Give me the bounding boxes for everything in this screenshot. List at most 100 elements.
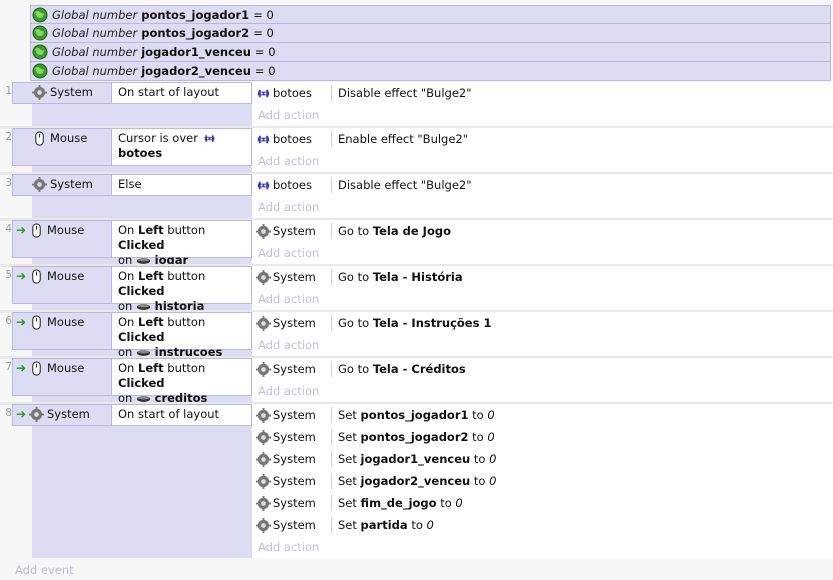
action-text: Enable effect "Bulge2" bbox=[338, 132, 469, 146]
gear-icon bbox=[32, 85, 47, 100]
invader-icon bbox=[204, 135, 214, 142]
gear-icon bbox=[256, 473, 271, 489]
condition-row[interactable]: ➔ Mouse On Left button Clicked on histor… bbox=[12, 266, 252, 313]
action-row[interactable]: System Go to Tela - História bbox=[252, 266, 833, 288]
event-number: 5 bbox=[5, 269, 12, 281]
condition-row[interactable]: System Else bbox=[12, 174, 252, 196]
action-object: System bbox=[273, 430, 316, 444]
event-number: 8 bbox=[5, 407, 12, 419]
action-text: Disable effect "Bulge2" bbox=[338, 86, 472, 100]
event-block[interactable]: 5 ➔ Mouse On Left button Clicked on hist… bbox=[0, 266, 833, 313]
gear-icon bbox=[256, 361, 271, 377]
global-var-row[interactable]: Global number jogador2_venceu = 0 bbox=[30, 62, 831, 81]
condition-object: System bbox=[50, 85, 93, 99]
condition-row[interactable]: ➔ Mouse On Left button Clicked on jogar bbox=[12, 220, 252, 267]
action-object: botoes bbox=[273, 178, 312, 192]
mouse-icon bbox=[32, 361, 41, 376]
var-keyword: Global number bbox=[52, 26, 138, 40]
action-row[interactable]: System Set fim_de_jogo to 0 bbox=[252, 492, 833, 514]
action-object: System bbox=[273, 270, 316, 284]
action-row[interactable]: botoes Enable effect "Bulge2" bbox=[252, 128, 833, 150]
globe-icon bbox=[32, 7, 48, 22]
add-action-link[interactable]: Add action bbox=[252, 104, 833, 126]
invader-icon bbox=[257, 135, 270, 143]
action-text: Go to Tela - História bbox=[338, 270, 463, 284]
add-action-link[interactable]: Add action bbox=[252, 334, 833, 356]
action-row[interactable]: System Go to Tela - Créditos bbox=[252, 358, 833, 380]
var-name: jogador2_venceu bbox=[141, 64, 251, 78]
event-block[interactable]: 8 ➔ System On start of layout System Set… bbox=[0, 404, 833, 558]
condition-object: Mouse bbox=[47, 361, 85, 375]
gear-icon bbox=[256, 407, 271, 423]
global-var-row[interactable]: Global number pontos_jogador1 = 0 bbox=[30, 5, 831, 24]
gear-icon bbox=[256, 315, 271, 331]
mouse-icon bbox=[32, 269, 41, 284]
condition-text: On start of layout bbox=[112, 83, 251, 103]
gear-icon bbox=[256, 223, 271, 239]
var-name: jogador1_venceu bbox=[141, 45, 251, 59]
event-block[interactable]: 1 System On start of layout botoes Disab… bbox=[0, 82, 833, 126]
event-number: 2 bbox=[5, 131, 12, 143]
event-block[interactable]: 6 ➔ Mouse On Left button Clicked on inst… bbox=[0, 312, 833, 359]
action-object: System bbox=[273, 518, 316, 532]
condition-text: On Left button Clicked on jogar bbox=[112, 221, 251, 267]
action-row[interactable]: System Set pontos_jogador1 to 0 bbox=[252, 404, 833, 426]
var-value: = 0 bbox=[253, 7, 274, 22]
var-keyword: Global number bbox=[52, 45, 138, 59]
condition-row[interactable]: ➔ Mouse On Left button Clicked on credit… bbox=[12, 358, 252, 405]
var-name: pontos_jogador1 bbox=[141, 7, 250, 22]
action-row[interactable]: System Set pontos_jogador2 to 0 bbox=[252, 426, 833, 448]
action-object: System bbox=[273, 408, 316, 422]
action-text: Set jogador2_venceu to 0 bbox=[338, 474, 497, 488]
condition-text: On start of layout bbox=[112, 405, 251, 425]
action-object: botoes bbox=[273, 132, 312, 146]
add-event-link[interactable]: Add event bbox=[15, 563, 74, 577]
action-object: System bbox=[273, 496, 316, 510]
condition-object: Mouse bbox=[47, 315, 85, 329]
action-row[interactable]: System Set partida to 0 bbox=[252, 514, 833, 536]
condition-row[interactable]: Mouse Cursor is over botoes bbox=[12, 128, 252, 166]
gear-icon bbox=[256, 429, 271, 445]
event-block[interactable]: 7 ➔ Mouse On Left button Clicked on cred… bbox=[0, 358, 833, 405]
condition-object: System bbox=[50, 177, 93, 191]
event-number: 6 bbox=[5, 315, 12, 327]
condition-row[interactable]: ➔ System On start of layout bbox=[12, 404, 252, 426]
condition-object: Mouse bbox=[47, 269, 85, 283]
var-value: = 0 bbox=[254, 64, 276, 78]
condition-row[interactable]: System On start of layout bbox=[12, 82, 252, 104]
action-text: Set fim_de_jogo to 0 bbox=[338, 496, 463, 510]
action-row[interactable]: botoes Disable effect "Bulge2" bbox=[252, 174, 833, 196]
condition-text: On Left button Clicked on historia bbox=[112, 267, 251, 313]
mouse-icon bbox=[32, 223, 41, 238]
gear-icon bbox=[32, 177, 47, 192]
add-action-link[interactable]: Add action bbox=[252, 380, 833, 402]
action-row[interactable]: botoes Disable effect "Bulge2" bbox=[252, 82, 833, 104]
event-block[interactable]: 4 ➔ Mouse On Left button Clicked on joga… bbox=[0, 220, 833, 267]
add-action-link[interactable]: Add action bbox=[252, 536, 833, 558]
condition-row[interactable]: ➔ Mouse On Left button Clicked on instru… bbox=[12, 312, 252, 359]
action-object: System bbox=[273, 474, 316, 488]
add-action-link[interactable]: Add action bbox=[252, 288, 833, 310]
action-text: Disable effect "Bulge2" bbox=[338, 178, 472, 192]
gear-icon bbox=[256, 495, 271, 511]
action-text: Set partida to 0 bbox=[338, 518, 434, 532]
global-var-row[interactable]: Global number pontos_jogador2 = 0 bbox=[30, 24, 831, 43]
global-variables: Global number pontos_jogador1 = 0 Global… bbox=[30, 5, 831, 81]
event-block[interactable]: 2 Mouse Cursor is over botoes botoes Ena… bbox=[0, 128, 833, 172]
action-row[interactable]: System Go to Tela - Instruções 1 bbox=[252, 312, 833, 334]
action-object: botoes bbox=[273, 86, 312, 100]
action-row[interactable]: System Go to Tela de Jogo bbox=[252, 220, 833, 242]
trigger-arrow-icon: ➔ bbox=[16, 269, 27, 283]
action-row[interactable]: System Set jogador2_venceu to 0 bbox=[252, 470, 833, 492]
add-action-link[interactable]: Add action bbox=[252, 150, 833, 172]
action-row[interactable]: System Set jogador1_venceu to 0 bbox=[252, 448, 833, 470]
add-action-link[interactable]: Add action bbox=[252, 242, 833, 264]
var-value: = 0 bbox=[254, 45, 276, 59]
action-text: Set jogador1_venceu to 0 bbox=[338, 452, 497, 466]
gear-icon bbox=[256, 451, 271, 467]
invader-icon bbox=[257, 181, 270, 189]
mouse-icon bbox=[35, 131, 44, 146]
add-action-link[interactable]: Add action bbox=[252, 196, 833, 218]
event-block[interactable]: 3 System Else botoes Disable effect "Bul… bbox=[0, 174, 833, 218]
global-var-row[interactable]: Global number jogador1_venceu = 0 bbox=[30, 43, 831, 62]
